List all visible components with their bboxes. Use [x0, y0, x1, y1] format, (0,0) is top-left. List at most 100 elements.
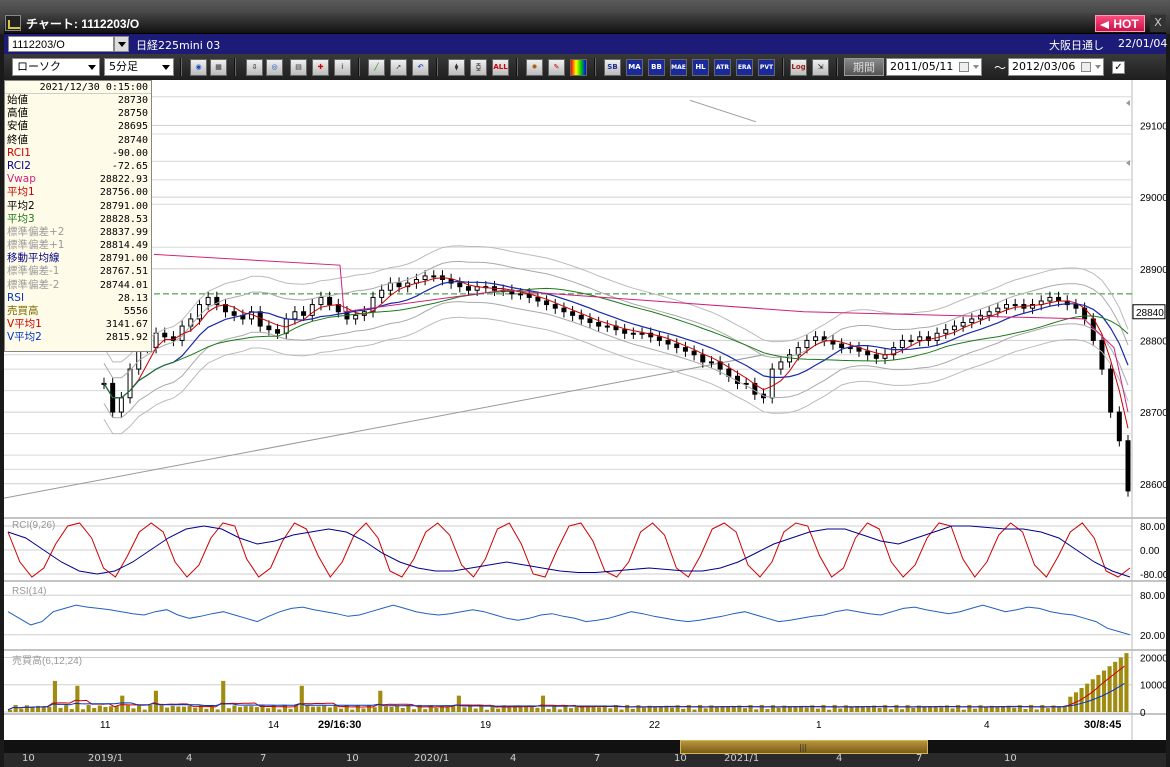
market-name: 日経225mini 03	[136, 39, 221, 52]
price-tick-label: 28700	[1140, 408, 1166, 419]
log-button[interactable]: Log	[790, 59, 807, 76]
calendar-icon[interactable]	[1081, 62, 1091, 72]
candle-body	[431, 275, 437, 278]
volume-bar	[569, 708, 574, 712]
chevron-down-icon[interactable]	[1095, 65, 1101, 69]
candle-body	[839, 343, 845, 349]
rci2-line	[7, 525, 1131, 578]
atr-button[interactable]: ATR	[714, 59, 731, 76]
volume-bar	[984, 707, 989, 712]
palette-icon[interactable]	[570, 59, 587, 76]
volume-bar	[1090, 679, 1095, 712]
volume-bar	[1113, 661, 1118, 712]
navigator-labels: 10 2019/1 4 7 10 2020/1 4 7 10 2021/1 4 7 10	[4, 753, 1166, 767]
symbol-dropdown-button[interactable]	[114, 36, 129, 52]
settings-icon[interactable]: ✹	[526, 59, 543, 76]
data-window-value: 2815.92	[105, 332, 148, 344]
era-button[interactable]: ERA	[736, 59, 753, 76]
interval-select[interactable]: 5分足	[104, 58, 174, 76]
volume-bar	[131, 708, 136, 712]
date-to-input[interactable]: 2012/03/06	[1008, 58, 1104, 76]
period-button[interactable]: 期間	[844, 58, 884, 76]
chart-type-select[interactable]: ローソク	[12, 58, 100, 76]
hl-button[interactable]: HL	[692, 59, 709, 76]
volume-bar	[24, 705, 29, 712]
time-navigator[interactable]: ||| 10 2019/1 4 7 10 2020/1 4 7 10 2021/1 4 7 10	[4, 740, 1166, 767]
volume-title: 売買高(6,12,24)	[12, 654, 82, 667]
moving-average-1-line	[103, 277, 1129, 429]
candle-body	[960, 322, 966, 327]
candle-body	[561, 307, 567, 313]
info-icon[interactable]: i	[334, 59, 351, 76]
volume-bar	[608, 708, 613, 712]
candle-body	[379, 289, 385, 298]
navigator-label: 2019/1	[88, 753, 124, 764]
export-icon[interactable]: ⇲	[812, 59, 829, 76]
data-window-row: 始値 28730	[5, 94, 151, 107]
chart-area[interactable]: 28600 28700 28800 28900 29000 29100 28840 80.00…	[4, 80, 1166, 740]
hot-button[interactable]: HOT	[1095, 15, 1145, 32]
candle-narrow-icon[interactable]: ⧮	[470, 59, 487, 76]
volume-bar	[8, 709, 13, 712]
undo-icon[interactable]: ↶	[412, 59, 429, 76]
navigator-thumb[interactable]: |||	[680, 740, 928, 754]
pointer-icon[interactable]: ➚	[390, 59, 407, 76]
mae-button[interactable]: MAE	[670, 59, 687, 76]
navigator-label: 2021/1	[724, 753, 760, 764]
tools-icon[interactable]: ✎	[548, 59, 565, 76]
rsi-line	[7, 604, 1131, 636]
candle-body	[1012, 304, 1018, 307]
grid-icon[interactable]: ▤	[290, 59, 307, 76]
volume-bar	[597, 707, 602, 712]
compare-icon[interactable]: ⇩	[246, 59, 263, 76]
bb-button[interactable]: BB	[648, 59, 665, 76]
title-bar-inner	[4, 13, 1166, 34]
volume-bar	[226, 708, 231, 712]
candle-body	[682, 347, 688, 352]
date-range-separator: 〜	[994, 61, 1007, 75]
screener-icon[interactable]: ◎	[266, 59, 283, 76]
data-window-label: 平均2	[7, 199, 35, 212]
volume-bar	[967, 704, 972, 712]
data-window-label: 標準偏差+1	[7, 239, 65, 252]
candle-wide-icon[interactable]: ⧫	[448, 59, 465, 76]
data-window-row: RCI2 -72.65	[5, 160, 151, 173]
volume-bar	[456, 695, 461, 712]
candle-body	[301, 311, 307, 316]
candle-body	[1125, 440, 1131, 492]
ma-button[interactable]: MA	[626, 59, 643, 76]
pvt-button[interactable]: PVT	[758, 59, 775, 76]
candle-body	[318, 296, 324, 306]
data-window-value: 3141.67	[105, 319, 148, 331]
draw-line-icon[interactable]: ╱	[368, 59, 385, 76]
date-range-checkbox[interactable]: ✓	[1112, 61, 1125, 74]
candle-body	[275, 329, 281, 334]
volume-bar	[400, 707, 405, 712]
hot-label: HOT	[1113, 17, 1139, 31]
data-window-value: 28.13	[117, 292, 148, 304]
chevron-down-icon[interactable]	[973, 65, 979, 69]
data-window-label: 平均3	[7, 212, 35, 225]
all-button[interactable]: ALL	[492, 59, 509, 76]
date-from-input[interactable]: 2011/05/11	[886, 58, 982, 76]
volume-bar	[451, 706, 456, 712]
volume-bar	[524, 706, 529, 712]
volume-bar	[120, 695, 125, 712]
close-icon[interactable]: X	[1150, 15, 1166, 32]
candle-body	[266, 325, 272, 331]
symbol-input[interactable]: 1112203/O	[8, 36, 114, 52]
alert-icon[interactable]: ✚	[312, 59, 329, 76]
volume-bar	[899, 709, 905, 712]
navigator-label: 10	[22, 753, 35, 764]
zoom-icon[interactable]: ◉	[190, 59, 207, 76]
toolbar-separator	[516, 58, 518, 76]
window-icon[interactable]: ▦	[210, 59, 227, 76]
calendar-icon[interactable]	[959, 62, 969, 72]
volume-bar	[653, 706, 658, 712]
chart-canvas[interactable]: 28600 28700 28800 28900 29000 29100 28840 80.00…	[4, 80, 1166, 740]
data-window-row: 標準偏差+1 28814.49	[5, 239, 151, 252]
sb-button[interactable]: SB	[604, 59, 621, 76]
volume-bar	[58, 707, 63, 712]
candle-body	[769, 368, 775, 399]
data-window-label: 高値	[7, 107, 28, 120]
